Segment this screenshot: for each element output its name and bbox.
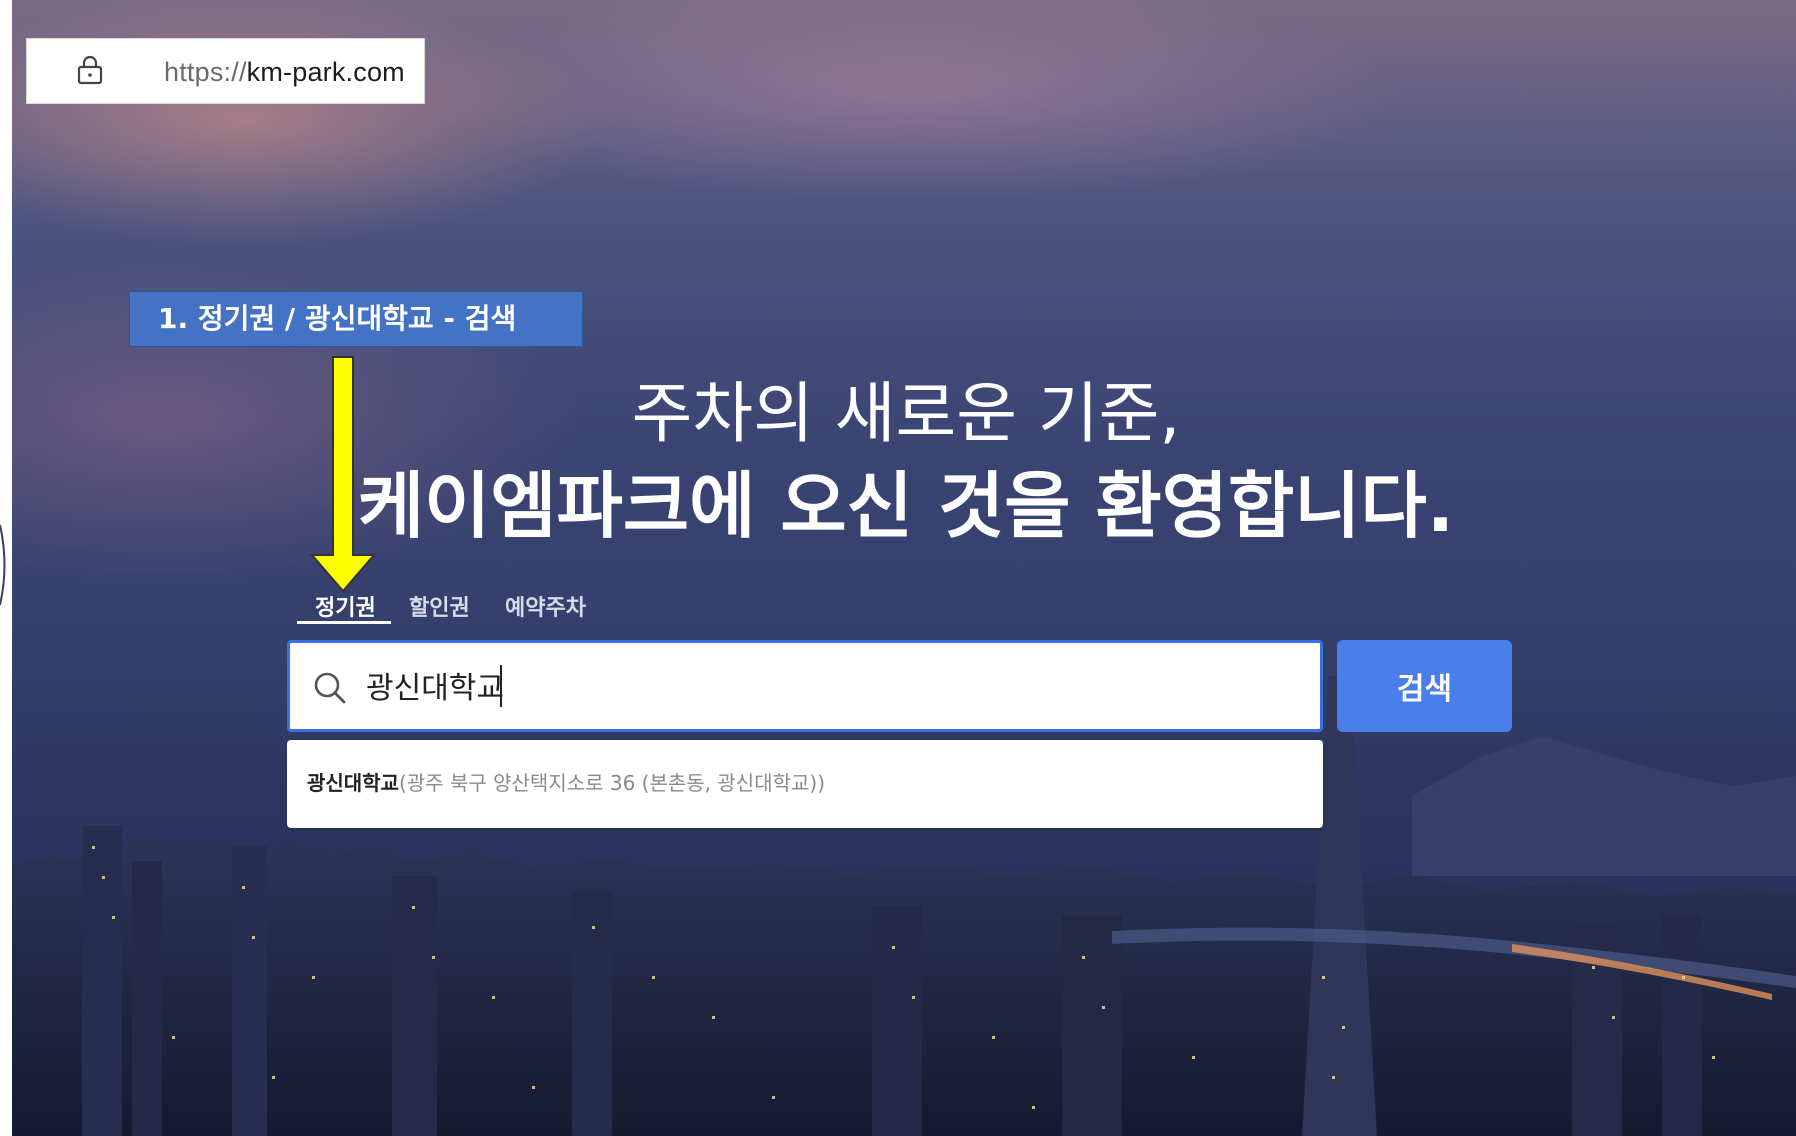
active-tab-underline	[297, 621, 391, 624]
tab-reservation-parking[interactable]: 예약주차	[505, 590, 586, 622]
suggestion-name: 광신대학교	[307, 771, 399, 795]
search-input[interactable]	[366, 657, 1286, 713]
url-scheme: https://	[164, 57, 247, 87]
screenshot-canvas: https://km-park.com 1. 정기권 / 광신대학교 - 검색 …	[0, 0, 1796, 1136]
lock-icon	[77, 55, 103, 85]
search-suggestions-dropdown: 광신대학교(광주 북구 양산택지소로 36 (본촌동, 광신대학교))	[287, 740, 1323, 828]
tab-season-ticket[interactable]: 정기권	[315, 590, 376, 622]
suggestion-item[interactable]: 광신대학교(광주 북구 양산택지소로 36 (본촌동, 광신대학교))	[307, 767, 825, 796]
hero-headline-line2-text: 케이엠파크에 오신 것을 환영합니다.	[357, 464, 1455, 548]
search-box[interactable]	[287, 640, 1323, 732]
hero-headline-line1-text: 주차의 새로운 기준,	[631, 375, 1181, 452]
suggestion-address: (광주 북구 양산택지소로 36 (본촌동, 광신대학교))	[399, 771, 826, 795]
search-icon	[314, 672, 346, 704]
hero-background	[12, 0, 1796, 1136]
url-host: km-park.com	[246, 57, 405, 87]
search-button[interactable]: 검색	[1337, 640, 1512, 732]
tab-discount-ticket[interactable]: 할인권	[409, 590, 470, 622]
text-caret	[500, 665, 502, 707]
hero-headline-line2: 케이엠파크에 오신 것을 환영합니다.	[0, 447, 1784, 552]
browser-url-bar[interactable]: https://km-park.com	[27, 39, 424, 103]
url-text[interactable]: https://km-park.com	[164, 57, 405, 88]
instruction-callout: 1. 정기권 / 광신대학교 - 검색	[129, 291, 583, 347]
hero-headline-line1: 주차의 새로운 기준,	[0, 360, 1784, 456]
